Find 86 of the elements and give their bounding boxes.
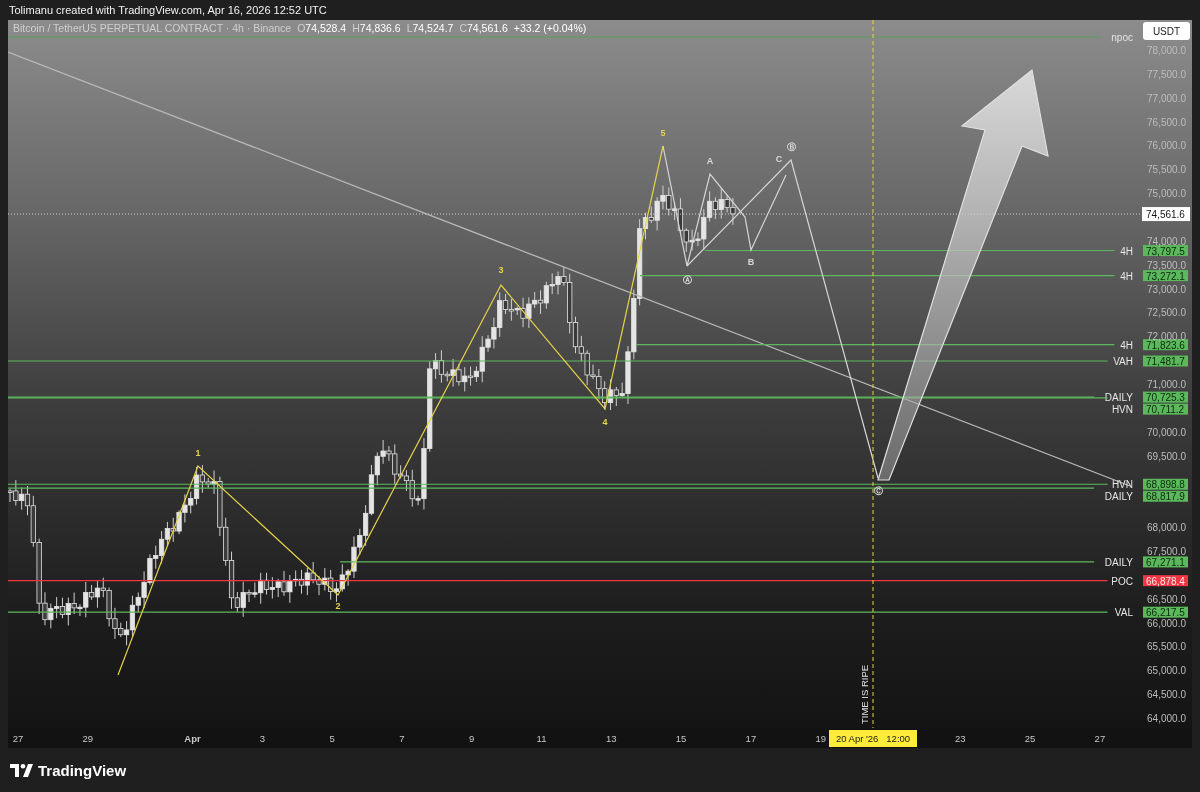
price-tick: 76,500.0 xyxy=(1147,116,1186,128)
price-tag: 68,817.9 xyxy=(1143,490,1188,503)
ohlc-value: 74,561.6 xyxy=(467,22,508,34)
price-tick: 66,500.0 xyxy=(1147,593,1186,605)
logo-icon xyxy=(10,763,34,777)
price-tag: 71,481.7 xyxy=(1143,355,1188,367)
price-tag: 66,878.4 xyxy=(1143,575,1188,587)
price-tick: 77,500.0 xyxy=(1147,68,1186,80)
wave-label: 5 xyxy=(660,128,666,138)
time-tick: 11 xyxy=(536,733,547,744)
time-tick: 27 xyxy=(12,733,24,744)
price-tick: 64,000.0 xyxy=(1147,713,1186,724)
price-tick: 68,000.0 xyxy=(1147,522,1186,534)
header-text: Tolimanu created with TradingView.com, Apr 16, 2026 12:52 UTC xyxy=(9,4,327,16)
wave-label: Ⓑ xyxy=(786,142,796,152)
price-tag: 73,272.1 xyxy=(1143,270,1188,282)
price-tick: 73,000.0 xyxy=(1147,283,1186,295)
level-label: 4H xyxy=(1120,339,1133,351)
time-tick: 3 xyxy=(259,733,265,744)
price-tick: 64,500.0 xyxy=(1147,689,1186,701)
time-tick: 19 xyxy=(815,733,826,744)
time-tick: 7 xyxy=(399,733,405,744)
time-tick: 17 xyxy=(745,733,757,744)
time-tick: 25 xyxy=(1024,733,1036,744)
time-tick: 27 xyxy=(1094,733,1106,744)
time-tick: 23 xyxy=(955,733,966,744)
price-tick: 74,000.0 xyxy=(1147,235,1186,247)
price-tick: 77,000.0 xyxy=(1147,92,1186,104)
price-change: +33.2 (+0.04%) xyxy=(513,22,587,34)
time-tick: 13 xyxy=(606,733,617,744)
ohlc-value: 74,528.4 xyxy=(305,22,347,34)
price-tick: 76,000.0 xyxy=(1147,140,1186,152)
logo-text: TradingView xyxy=(38,761,127,779)
price-tag: 66,217.5 xyxy=(1143,606,1188,619)
wave-label: C xyxy=(775,154,783,164)
level-label: DAILY xyxy=(1104,556,1133,568)
price-tick: 66,000.0 xyxy=(1147,617,1186,629)
level-label: npoc xyxy=(1111,32,1133,43)
level-label: VAL xyxy=(1114,607,1133,619)
ohlc-label: L xyxy=(406,22,413,34)
currency-button[interactable]: USDT xyxy=(1143,22,1190,40)
time-tick: Apr xyxy=(184,733,201,744)
level-label: DAILY xyxy=(1104,392,1133,404)
time-tick: 5 xyxy=(329,733,335,744)
price-tick: 65,500.0 xyxy=(1147,641,1186,653)
level-label: DAILY xyxy=(1104,491,1133,503)
level-label: 4H xyxy=(1120,245,1133,257)
ohlc-label: H xyxy=(352,22,360,34)
ohlc-label: O xyxy=(297,22,306,34)
wave-label: 4 xyxy=(602,417,608,427)
wave-label: 3 xyxy=(498,265,504,275)
wave-label: A xyxy=(706,156,714,166)
price-tick: 65,000.0 xyxy=(1147,665,1186,677)
symbol-title: Bitcoin / TetherUS PERPETUAL CONTRACT · 4h · Binance xyxy=(13,22,292,34)
price-tag: 70,711.2 xyxy=(1143,403,1188,416)
ohlc-value: 74,836.6 xyxy=(359,22,401,34)
level-label: HVN xyxy=(1111,479,1133,491)
level-label: VAH xyxy=(1113,356,1133,367)
wave-label: 1 xyxy=(195,448,201,458)
level-label: POC xyxy=(1111,575,1133,587)
price-tick: 70,000.0 xyxy=(1147,426,1186,438)
ohlc-value: 74,524.7 xyxy=(412,22,454,34)
wave-label: 2 xyxy=(335,601,341,611)
price-tag: 73,797.5 xyxy=(1143,245,1188,257)
wave-label: Ⓐ xyxy=(682,275,692,285)
time-note: TIME IS RIPE xyxy=(859,664,870,724)
price-tag: 68,898.8 xyxy=(1143,478,1188,491)
price-tick: 75,000.0 xyxy=(1147,188,1186,200)
price-tick: 73,500.0 xyxy=(1147,259,1186,271)
time-marker-tag: 20 Apr '26 12:00 xyxy=(829,730,917,747)
price-tick: 72,500.0 xyxy=(1147,307,1186,319)
wave-label: Ⓒ xyxy=(873,486,883,496)
price-tick: 67,500.0 xyxy=(1147,546,1186,557)
level-label: HVN xyxy=(1111,404,1133,416)
time-tick: 9 xyxy=(469,733,475,744)
price-tag: 67,271.1 xyxy=(1143,556,1188,568)
price-tag: 70,725.3 xyxy=(1143,391,1188,404)
wave-label: B xyxy=(747,257,755,267)
price-tick: 69,500.0 xyxy=(1147,450,1186,462)
level-label: 4H xyxy=(1120,270,1133,282)
time-tick: 15 xyxy=(675,733,687,744)
price-tick: 71,000.0 xyxy=(1147,379,1186,390)
last-price-tag: 74,561.6 xyxy=(1142,207,1190,222)
price-tick: 75,500.0 xyxy=(1147,164,1186,176)
ohlc-label: C xyxy=(459,22,467,34)
time-tick: 29 xyxy=(82,733,94,744)
